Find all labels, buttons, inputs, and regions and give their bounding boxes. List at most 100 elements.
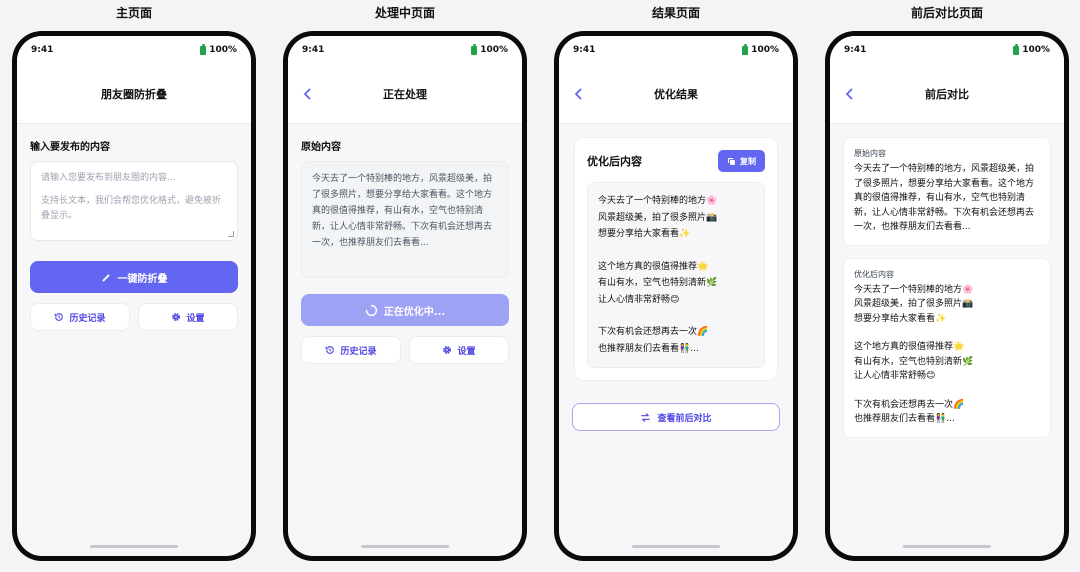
battery-level: 100% [1022, 45, 1050, 55]
home-column: 主页面 9:41 100% 朋友圈防折叠 输入要发布的内容 请输入您要发布到朋友… [12, 0, 256, 561]
home-indicator [361, 545, 449, 548]
copy-icon [727, 157, 736, 166]
optimized-line: 下次有机会还想再去一次🌈 [598, 327, 709, 337]
optimized-line: 这个地方真的很值得推荐🌟 [598, 261, 709, 272]
column-title-home: 主页面 [115, 6, 152, 20]
history-button-label: 历史记录 [340, 346, 377, 357]
settings-button[interactable]: 设置 [409, 336, 509, 364]
optimized-line: 也推荐朋友们去看看👫... [598, 343, 699, 354]
page-title: 正在处理 [383, 87, 427, 101]
gear-icon [442, 345, 452, 355]
gear-icon [171, 312, 181, 322]
optimized-line: 有山有水，空气也特别清新🌿 [598, 278, 718, 288]
compare-button-label: 查看前后对比 [657, 413, 712, 424]
home-indicator [632, 545, 720, 548]
battery-indicator: 100% [471, 43, 508, 55]
settings-button[interactable]: 设置 [138, 303, 238, 331]
status-time: 9:41 [31, 45, 54, 55]
page-title: 优化结果 [654, 87, 698, 101]
result-card: 优化后内容 复制 今天去了一个特别棒的地方🌸 风景超级美，拍了很多照片📸 想要分… [574, 137, 778, 381]
home-indicator [903, 545, 991, 548]
original-label: 原始内容 [301, 142, 341, 153]
result-content: 优化后内容 复制 今天去了一个特别棒的地方🌸 风景超级美，拍了很多照片📸 想要分… [559, 124, 793, 444]
home-indicator [90, 545, 178, 548]
secondary-actions: 历史记录 设置 [30, 303, 238, 331]
content-input[interactable]: 请输入您要发布到朋友圈的内容... 支持长文本，我们会帮您优化格式，避免被折叠显… [30, 161, 238, 241]
screen-home: 9:41 100% 朋友圈防折叠 输入要发布的内容 请输入您要发布到朋友圈的内容… [17, 36, 251, 556]
back-arrow-icon[interactable] [842, 87, 856, 101]
spinner-icon [365, 304, 378, 317]
optimized-card: 优化后内容 今天去了一个特别棒的地方🌸 风景超级美，拍了很多照片📸 想要分享给大… [843, 257, 1051, 438]
column-title-compare: 前后对比页面 [910, 6, 983, 20]
history-button[interactable]: 历史记录 [30, 303, 130, 331]
optimized-line: 这个地方真的很值得推荐🌟 [854, 342, 965, 352]
screen-result: 9:41 100% 优化结果 优化后内容 复制 今天去了一个特别棒的地方🌸 风景… [559, 36, 793, 556]
page-title: 朋友圈防折叠 [101, 87, 167, 101]
compare-content: 原始内容 今天去了一个特别棒的地方，风景超级美，拍了很多照片，想要分享给大家看看… [830, 124, 1064, 451]
battery-indicator: 100% [200, 43, 237, 55]
optimized-line: 想要分享给大家看看✨ [854, 313, 947, 324]
phone-frame-home: 9:41 100% 朋友圈防折叠 输入要发布的内容 请输入您要发布到朋友圈的内容… [12, 31, 256, 561]
back-arrow-icon[interactable] [300, 87, 314, 101]
page-title: 前后对比 [925, 87, 969, 101]
original-label: 原始内容 [854, 149, 886, 158]
compare-column: 前后对比页面 9:41 100% 前后对比 原始内容 今天去了一个特别棒的地方，… [825, 0, 1069, 561]
settings-button-label: 设置 [457, 346, 476, 357]
resize-handle[interactable] [228, 231, 234, 237]
optimized-label: 优化后内容 [854, 269, 894, 279]
processing-content: 原始内容 今天去了一个特别棒的地方，风景超级美，拍了很多照片，想要分享给大家看看… [288, 124, 522, 376]
placeholder-line-1: 请输入您要发布到朋友圈的内容... [41, 173, 176, 183]
history-button[interactable]: 历史记录 [301, 336, 401, 364]
optimized-line: 风景超级美，拍了很多照片📸 [598, 212, 718, 223]
result-card-title: 优化后内容 [587, 155, 642, 168]
nav-bar: 正在处理 [288, 64, 522, 124]
status-time: 9:41 [302, 45, 325, 55]
battery-level: 100% [480, 45, 508, 55]
phone-frame-result: 9:41 100% 优化结果 优化后内容 复制 今天去了一个特别棒的地方🌸 风景… [554, 31, 798, 561]
battery-icon [742, 43, 749, 55]
optimized-line: 让人心情非常舒畅😊 [854, 371, 936, 381]
battery-icon [200, 43, 207, 55]
back-arrow-icon[interactable] [571, 87, 585, 101]
nav-bar: 前后对比 [830, 64, 1064, 124]
original-card: 原始内容 今天去了一个特别棒的地方，风景超级美，拍了很多照片，想要分享给大家看看… [843, 137, 1051, 246]
status-bar: 9:41 100% [559, 36, 793, 64]
pencil-icon [101, 272, 112, 283]
screen-processing: 9:41 100% 正在处理 原始内容 今天去了一个特别棒的地方，风景超级美，拍… [288, 36, 522, 556]
history-icon [325, 345, 335, 355]
status-bar: 9:41 100% [17, 36, 251, 64]
status-bar: 9:41 100% [830, 36, 1064, 64]
status-bar: 9:41 100% [288, 36, 522, 64]
placeholder-line-2: 支持长文本，我们会帮您优化格式，避免被折叠显示。 [41, 196, 222, 221]
optimizing-button-label: 正在优化中... [383, 306, 446, 318]
home-content: 输入要发布的内容 请输入您要发布到朋友圈的内容... 支持长文本，我们会帮您优化… [17, 124, 251, 343]
result-card-header: 优化后内容 复制 [587, 150, 765, 172]
history-button-label: 历史记录 [69, 313, 106, 324]
optimized-line: 想要分享给大家看看✨ [598, 229, 691, 239]
secondary-actions: 历史记录 设置 [301, 336, 509, 364]
optimized-line: 有山有水，空气也特别清新🌿 [854, 356, 974, 367]
anti-fold-button[interactable]: 一键防折叠 [30, 261, 238, 293]
original-text: 今天去了一个特别棒的地方，风景超级美，拍了很多照片，想要分享给大家看看。这个地方… [854, 164, 1035, 232]
optimized-line: 让人心情非常舒畅😊 [598, 294, 680, 305]
phone-frame-processing: 9:41 100% 正在处理 原始内容 今天去了一个特别棒的地方，风景超级美，拍… [283, 31, 527, 561]
status-time: 9:41 [844, 45, 867, 55]
optimized-text: 今天去了一个特别棒的地方🌸 风景超级美，拍了很多照片📸 想要分享给大家看看✨ 这… [587, 182, 765, 368]
settings-button-label: 设置 [186, 313, 205, 324]
optimizing-button: 正在优化中... [301, 294, 509, 326]
optimized-line: 也推荐朋友们去看看👫... [854, 414, 955, 424]
battery-level: 100% [751, 45, 779, 55]
column-title-result: 结果页面 [651, 6, 700, 20]
optimized-line: 风景超级美，拍了很多照片📸 [854, 299, 974, 309]
phone-frame-compare: 9:41 100% 前后对比 原始内容 今天去了一个特别棒的地方，风景超级美，拍… [825, 31, 1069, 561]
nav-bar: 朋友圈防折叠 [17, 64, 251, 124]
screen-compare: 9:41 100% 前后对比 原始内容 今天去了一个特别棒的地方，风景超级美，拍… [830, 36, 1064, 556]
compare-button[interactable]: 查看前后对比 [572, 403, 780, 431]
battery-icon [1013, 43, 1020, 55]
copy-button[interactable]: 复制 [718, 150, 765, 172]
original-text: 今天去了一个特别棒的地方，风景超级美，拍了很多照片，想要分享给大家看看。这个地方… [301, 161, 509, 278]
